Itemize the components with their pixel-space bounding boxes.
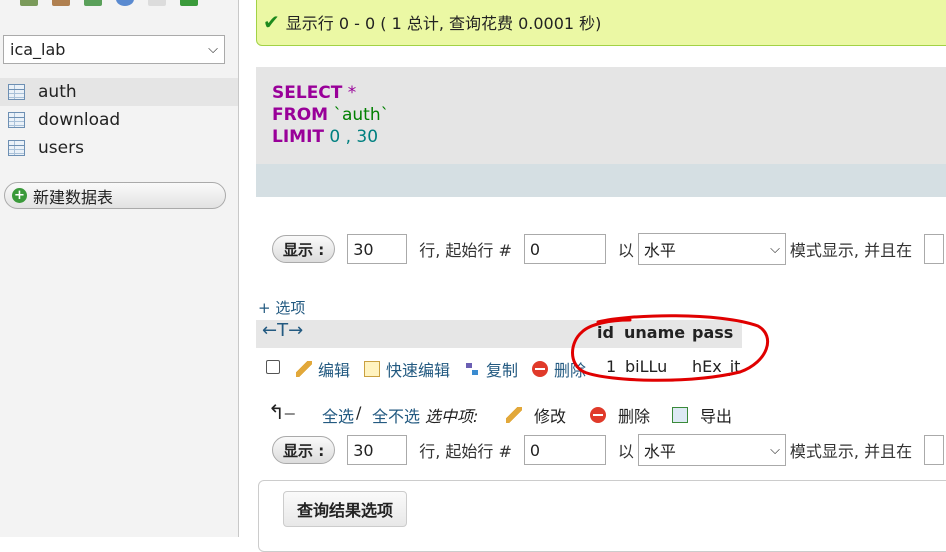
sql-limit-values: 0 , 30 <box>324 127 379 147</box>
arrow-up-icon: ↰⎯ <box>268 400 295 424</box>
sql-query-box: SELECT * FROM `auth` LIMIT 0 , 30 <box>256 67 946 197</box>
result-options-label[interactable]: 查询结果选项 <box>283 491 408 527</box>
deselect-all-link[interactable]: 全不选 <box>372 403 420 427</box>
rows-count-input[interactable]: 30 <box>347 234 408 264</box>
tree-item-label: users <box>38 138 84 158</box>
cell-id: 1 <box>606 357 617 376</box>
sql-box-footer <box>256 164 946 197</box>
rows-start-label: 行, 起始行 # <box>419 241 512 260</box>
repeat-header-input[interactable] <box>924 234 945 264</box>
chevron-down-icon: ⌵ <box>208 42 218 57</box>
new-table-label: 新建数据表 <box>33 187 114 207</box>
table-icon <box>8 140 25 156</box>
show-button[interactable]: 显示 : <box>272 235 336 263</box>
table-icon <box>8 84 25 100</box>
export-label: 导出 <box>700 407 733 426</box>
docs-icon[interactable] <box>116 0 134 6</box>
tree-item-users[interactable]: users <box>0 134 238 162</box>
display-mode-value: 水平 <box>643 241 676 260</box>
select-separator: / <box>356 403 362 422</box>
delete-icon <box>532 361 548 377</box>
copy-icon <box>464 361 480 377</box>
checkmark-icon: ✔ <box>263 10 280 34</box>
delete-icon <box>590 407 606 423</box>
logout-icon[interactable] <box>52 0 70 6</box>
sql-from-keyword: FROM <box>272 105 329 125</box>
copy-label: 复制 <box>486 361 519 380</box>
table-row: 编辑 快速编辑 复制 删除 1 biLLu hEx_it <box>256 352 742 382</box>
export-button[interactable]: 导出 <box>672 403 732 427</box>
rows-start-label: 行, 起始行 # <box>419 442 512 461</box>
page-nav-top: 显示 : 30 行, 起始行 # 0 以 水平 ⌵ 模式显示, 并且在 <box>272 232 945 266</box>
column-header-uname[interactable]: uname <box>624 323 685 342</box>
bulk-delete-button[interactable]: 删除 <box>590 403 650 427</box>
tree-item-auth[interactable]: auth <box>0 78 238 106</box>
cell-uname: biLLu <box>625 357 668 376</box>
success-text: 显示行 0 - 0 ( 1 总计, 查询花费 0.0001 秒) <box>285 14 602 33</box>
column-header-id[interactable]: id <box>597 323 614 342</box>
display-mode-select[interactable]: 水平 ⌵ <box>637 233 786 265</box>
export-icon <box>672 407 688 423</box>
chevron-down-icon: ⌵ <box>770 241 780 257</box>
row-checkbox[interactable] <box>266 360 280 374</box>
copy-link[interactable]: 复制 <box>464 357 518 381</box>
start-row-input[interactable]: 0 <box>523 435 606 465</box>
rows-count-input[interactable]: 30 <box>347 435 408 465</box>
delete-link[interactable]: 删除 <box>532 357 586 381</box>
tree-item-label: download <box>38 110 121 130</box>
options-link[interactable]: + 选项 <box>258 297 305 318</box>
nav-toolbar <box>20 0 198 6</box>
new-table-button[interactable]: + 新建数据表 <box>4 182 226 209</box>
tree-item-label: auth <box>38 82 77 102</box>
quick-edit-icon <box>364 361 380 377</box>
sql-table-name: `auth` <box>328 105 390 125</box>
cell-pass: hEx_it <box>692 357 741 376</box>
select-all-link[interactable]: 全选 <box>322 403 354 427</box>
start-row-input[interactable]: 0 <box>523 234 606 264</box>
repeat-header-input[interactable] <box>924 435 945 465</box>
database-select-value: ica_lab <box>10 40 66 59</box>
column-header-pass[interactable]: pass <box>692 323 733 342</box>
selected-label: 选中项: <box>425 407 479 426</box>
copy-icon[interactable] <box>148 0 166 6</box>
quick-edit-label: 快速编辑 <box>386 361 451 380</box>
navigation-panel: ica_lab ⌵ auth download users + 新建数据表 <box>0 0 239 537</box>
database-select[interactable]: ica_lab ⌵ <box>3 35 225 64</box>
query-icon[interactable] <box>84 0 102 6</box>
modify-label: 修改 <box>534 407 567 426</box>
sql-select-keyword: SELECT <box>272 83 343 103</box>
quick-edit-link[interactable]: 快速编辑 <box>364 357 450 381</box>
table-tree: auth download users <box>0 78 238 162</box>
edit-link[interactable]: 编辑 <box>296 357 350 381</box>
delete-label: 删除 <box>554 361 587 380</box>
pencil-icon <box>506 407 522 423</box>
mode-label: 模式显示, 并且在 <box>789 241 913 260</box>
sql-code[interactable]: SELECT * FROM `auth` LIMIT 0 , 30 <box>272 82 389 148</box>
with-label: 以 <box>617 442 634 461</box>
display-mode-value: 水平 <box>643 442 676 461</box>
result-table-header: ←T→ id uname pass <box>256 320 742 348</box>
success-message: ✔ 显示行 0 - 0 ( 1 总计, 查询花费 0.0001 秒) <box>256 0 946 46</box>
page-nav-bottom: 显示 : 30 行, 起始行 # 0 以 水平 ⌵ 模式显示, 并且在 <box>272 433 945 467</box>
plus-icon: + <box>12 188 27 203</box>
pencil-icon <box>296 361 312 377</box>
with-label: 以 <box>617 241 634 260</box>
display-mode-select[interactable]: 水平 ⌵ <box>637 434 786 466</box>
sql-limit-keyword: LIMIT <box>272 127 324 147</box>
show-button[interactable]: 显示 : <box>272 436 336 464</box>
table-icon <box>8 112 25 128</box>
edit-label: 编辑 <box>318 361 351 380</box>
tree-item-download[interactable]: download <box>0 106 238 134</box>
modify-button[interactable]: 修改 <box>506 403 566 427</box>
mode-label: 模式显示, 并且在 <box>789 442 913 461</box>
reload-icon[interactable] <box>180 0 198 6</box>
sql-star: * <box>342 83 357 103</box>
chevron-down-icon: ⌵ <box>770 442 780 458</box>
bulk-delete-label: 删除 <box>618 407 651 426</box>
bulk-actions: ↰⎯ 全选 / 全不选 选中项: 修改 删除 导出 <box>268 400 788 428</box>
column-arrows-icon[interactable]: ←T→ <box>262 320 303 341</box>
home-icon[interactable] <box>20 0 38 6</box>
